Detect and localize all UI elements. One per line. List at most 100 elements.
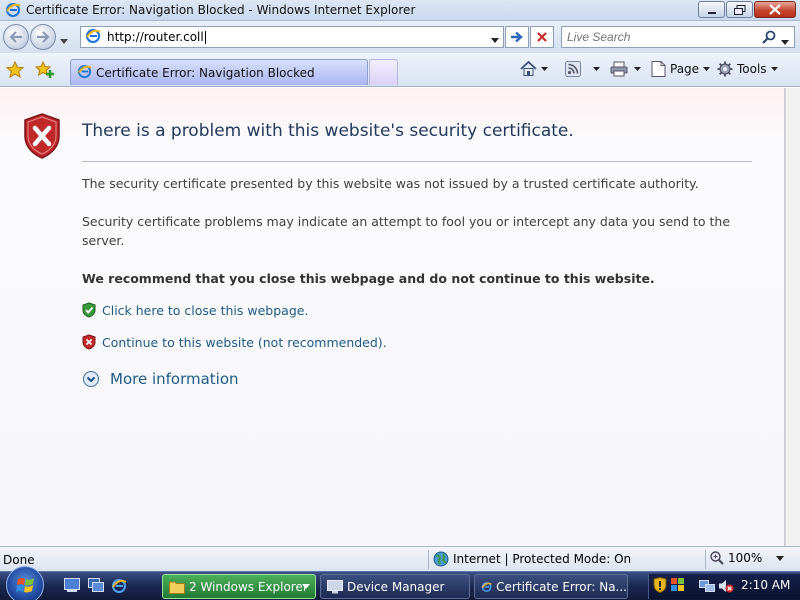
chevron-down-icon <box>770 67 778 71</box>
home-button[interactable] <box>520 61 548 77</box>
zoom-level: 100% <box>728 551 763 565</box>
zoom-control[interactable]: 100% <box>710 551 785 565</box>
page-menu-label: Page <box>670 62 700 76</box>
page-menu-button[interactable]: Page <box>651 61 711 77</box>
close-window-button[interactable] <box>754 1 796 18</box>
security-zone-label: Internet | Protected Mode: On <box>453 552 632 566</box>
shield-error-icon <box>22 112 62 163</box>
taskbar-item-label: 2 Windows Explorer <box>189 579 308 594</box>
page-icon <box>651 61 666 77</box>
chevron-down-icon <box>541 67 548 71</box>
page-title: There is a problem with this website's s… <box>82 121 574 141</box>
print-button[interactable] <box>610 61 641 77</box>
restore-icon <box>733 4 745 15</box>
status-bar: Done Internet | Protected Mode: On 100% <box>0 546 800 571</box>
window-title: Certificate Error: Navigation Blocked - … <box>26 3 416 17</box>
search-icon[interactable] <box>762 30 776 47</box>
show-desktop-icon[interactable] <box>64 578 80 595</box>
continue-to-website-link[interactable]: Continue to this website (not recommende… <box>102 335 387 350</box>
vertical-scrollbar[interactable] <box>785 88 800 546</box>
forward-arrow-icon <box>37 31 50 43</box>
tools-gear-icon <box>717 61 733 77</box>
recent-pages-dropdown[interactable] <box>60 33 68 47</box>
close-icon <box>769 4 781 15</box>
forward-button[interactable] <box>30 24 56 50</box>
minimize-button[interactable] <box>698 1 725 18</box>
address-field[interactable]: http://router.coll <box>80 26 504 48</box>
security-zone[interactable]: Internet | Protected Mode: On <box>433 551 631 567</box>
tools-menu-button[interactable]: Tools <box>717 61 778 77</box>
back-arrow-icon <box>9 31 22 43</box>
switch-windows-icon[interactable] <box>88 578 104 595</box>
go-arrow-icon <box>511 31 523 43</box>
maximize-button[interactable] <box>726 1 753 18</box>
address-dropdown[interactable] <box>491 32 499 46</box>
status-separator <box>705 550 706 569</box>
page-content: There is a problem with this website's s… <box>0 88 785 546</box>
device-manager-icon <box>327 579 343 593</box>
stop-x-icon <box>537 32 547 42</box>
taskbar-item-label: Device Manager <box>347 579 445 594</box>
windows-start-orb[interactable] <box>6 566 44 600</box>
add-favorites-icon[interactable] <box>34 60 55 81</box>
shield-ok-icon <box>82 302 96 318</box>
recommendation-text: We recommend that you close this webpage… <box>82 271 655 286</box>
chevron-down-icon <box>491 38 499 43</box>
chevron-down-icon <box>634 67 641 71</box>
favorites-star-icon[interactable] <box>5 60 25 81</box>
text-caret <box>204 30 206 44</box>
certificate-explanation: The security certificate presented by th… <box>82 176 699 191</box>
tab-label: Certificate Error: Navigation Blocked <box>96 65 315 80</box>
ie-quicklaunch-icon[interactable] <box>111 578 127 597</box>
home-icon <box>520 61 537 76</box>
search-field[interactable] <box>561 26 795 48</box>
network-icon[interactable] <box>699 578 715 597</box>
more-information-row: More information <box>82 370 239 388</box>
divider <box>82 161 752 162</box>
back-button[interactable] <box>3 24 29 50</box>
chevron-down-circle-icon[interactable] <box>82 370 100 388</box>
print-icon <box>610 61 628 77</box>
status-separator <box>428 550 429 569</box>
windows-logo-icon <box>16 578 34 593</box>
continue-row: Continue to this website (not recommende… <box>82 334 387 350</box>
ie-tab-icon <box>77 64 92 82</box>
chevron-down-icon <box>302 584 310 589</box>
taskbar-item-device-manager[interactable]: Device Manager <box>320 574 470 599</box>
new-tab-button[interactable] <box>369 59 398 85</box>
tab-command-bar: Certificate Error: Navigation Blocked Pa… <box>0 53 800 87</box>
taskbar: 2 Windows Explorer Device Manager Certif… <box>0 566 800 600</box>
minimize-icon <box>707 11 716 14</box>
stop-button[interactable] <box>530 26 554 48</box>
status-text: Done <box>3 553 35 567</box>
search-input[interactable] <box>567 30 757 44</box>
security-center-icon[interactable] <box>653 576 667 596</box>
navigation-bar: http://router.coll <box>0 21 800 53</box>
taskbar-item-windows-explorer[interactable]: 2 Windows Explorer <box>162 574 316 599</box>
search-provider-dropdown[interactable] <box>781 34 789 48</box>
ie-icon <box>5 2 21 21</box>
chevron-down-icon <box>60 39 68 44</box>
security-warning-text: Security certificate problems may indica… <box>82 214 731 248</box>
go-button[interactable] <box>505 26 529 48</box>
window-controls <box>697 1 796 18</box>
tools-menu-label: Tools <box>737 62 767 76</box>
chevron-down-icon <box>776 555 785 561</box>
address-input[interactable]: http://router.coll <box>107 30 204 44</box>
taskbar-item-certificate-error[interactable]: Certificate Error: Na... <box>474 574 628 599</box>
windows-flag-tray-icon[interactable] <box>671 578 685 595</box>
clock: 2:10 AM <box>741 578 791 592</box>
close-webpage-row: Click here to close this webpage. <box>82 302 308 318</box>
title-bar: Certificate Error: Navigation Blocked - … <box>0 0 800 21</box>
zoom-icon <box>710 551 724 565</box>
volume-muted-icon[interactable] <box>718 578 734 597</box>
more-information-link[interactable]: More information <box>110 370 239 388</box>
chevron-down-icon <box>593 67 600 71</box>
shield-error-icon <box>82 334 96 350</box>
tab-certificate-error[interactable]: Certificate Error: Navigation Blocked <box>70 59 368 85</box>
chevron-down-icon <box>781 40 789 45</box>
chevron-down-icon <box>703 67 711 71</box>
close-webpage-link[interactable]: Click here to close this webpage. <box>102 303 308 318</box>
taskbar-item-label: Certificate Error: Na... <box>496 579 627 594</box>
feeds-button[interactable] <box>565 61 600 77</box>
